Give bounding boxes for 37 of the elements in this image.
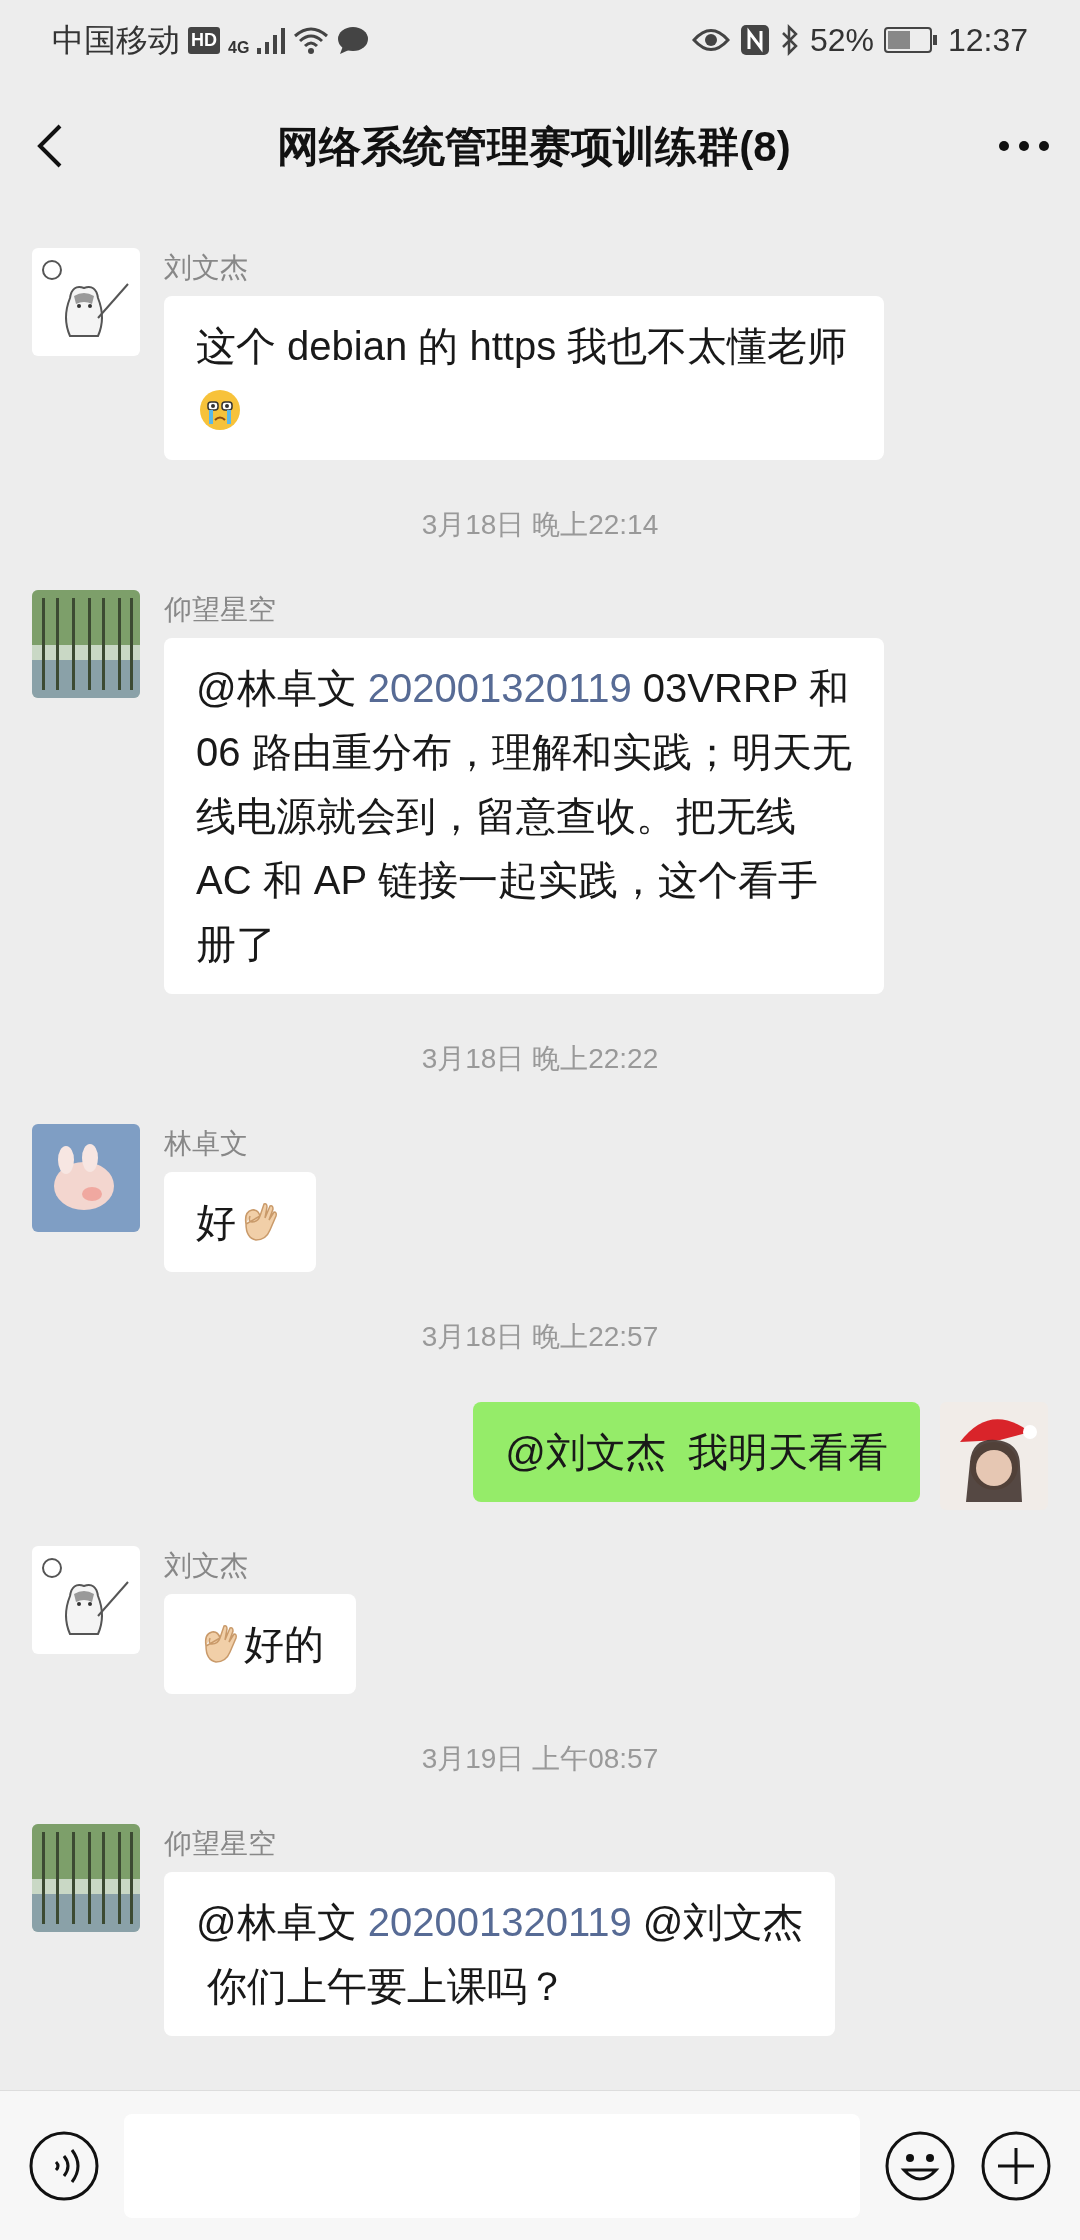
message-text: @刘文杰 我明天看看 xyxy=(505,1429,888,1476)
sender-name: 仰望星空 xyxy=(164,1827,277,1861)
battery-icon xyxy=(883,27,938,53)
wifi-icon xyxy=(293,26,330,54)
cartoon-cat-avatar[interactable] xyxy=(32,248,140,356)
timestamp: 3月18日 晚上22:14 xyxy=(421,508,659,542)
message-text: @林卓文 202001320119 03VRRP 和 06 路由重分布，理解和实践；明天无线电源就会到，留意查收。把无线 AC 和 AP 链接一起实践，这个看手册了 xyxy=(196,665,852,968)
bluetooth-icon xyxy=(779,24,800,56)
more-options-icon[interactable] xyxy=(998,140,1050,152)
message-text: 好 xyxy=(196,1190,284,1254)
signal-icon xyxy=(257,26,286,54)
chat-bubble-icon xyxy=(337,26,370,54)
sender-name: 刘文杰 xyxy=(164,251,249,285)
smiley-icon[interactable] xyxy=(884,2129,956,2202)
timestamp: 3月19日 上午08:57 xyxy=(421,1742,659,1776)
timestamp: 3月18日 晚上22:22 xyxy=(421,1042,659,1076)
carrier-name: 中国移动 xyxy=(52,21,180,60)
forest-lake-avatar[interactable] xyxy=(32,1824,140,1932)
cartoon-cat-avatar[interactable] xyxy=(32,1546,140,1654)
message-text: 好的 xyxy=(196,1612,324,1676)
clock-time: 12:37 xyxy=(947,21,1028,60)
sender-name: 林卓文 xyxy=(164,1127,249,1161)
message-text: 这个 debian 的 https 我也不太懂老师 xyxy=(196,314,852,442)
chat-title: 网络系统管理赛项训练群(8) xyxy=(277,121,791,172)
forest-lake-avatar[interactable] xyxy=(32,590,140,698)
nfc-icon xyxy=(739,24,770,56)
timestamp: 3月18日 晚上22:57 xyxy=(421,1320,659,1354)
hd-badge: HD xyxy=(188,26,220,54)
plus-icon[interactable] xyxy=(980,2129,1052,2202)
sender-name: 仰望星空 xyxy=(164,593,277,627)
battery-percentage: 52% xyxy=(809,21,874,60)
sender-name: 刘文杰 xyxy=(164,1549,249,1583)
message-text: @林卓文 202001320119 @刘文杰 你们上午要上课吗？ xyxy=(196,1899,804,2010)
network-type: 4G xyxy=(228,38,250,58)
crying-face-emoji-icon xyxy=(198,388,242,432)
eye-icon xyxy=(691,27,730,53)
voice-input-icon[interactable] xyxy=(28,2129,100,2202)
